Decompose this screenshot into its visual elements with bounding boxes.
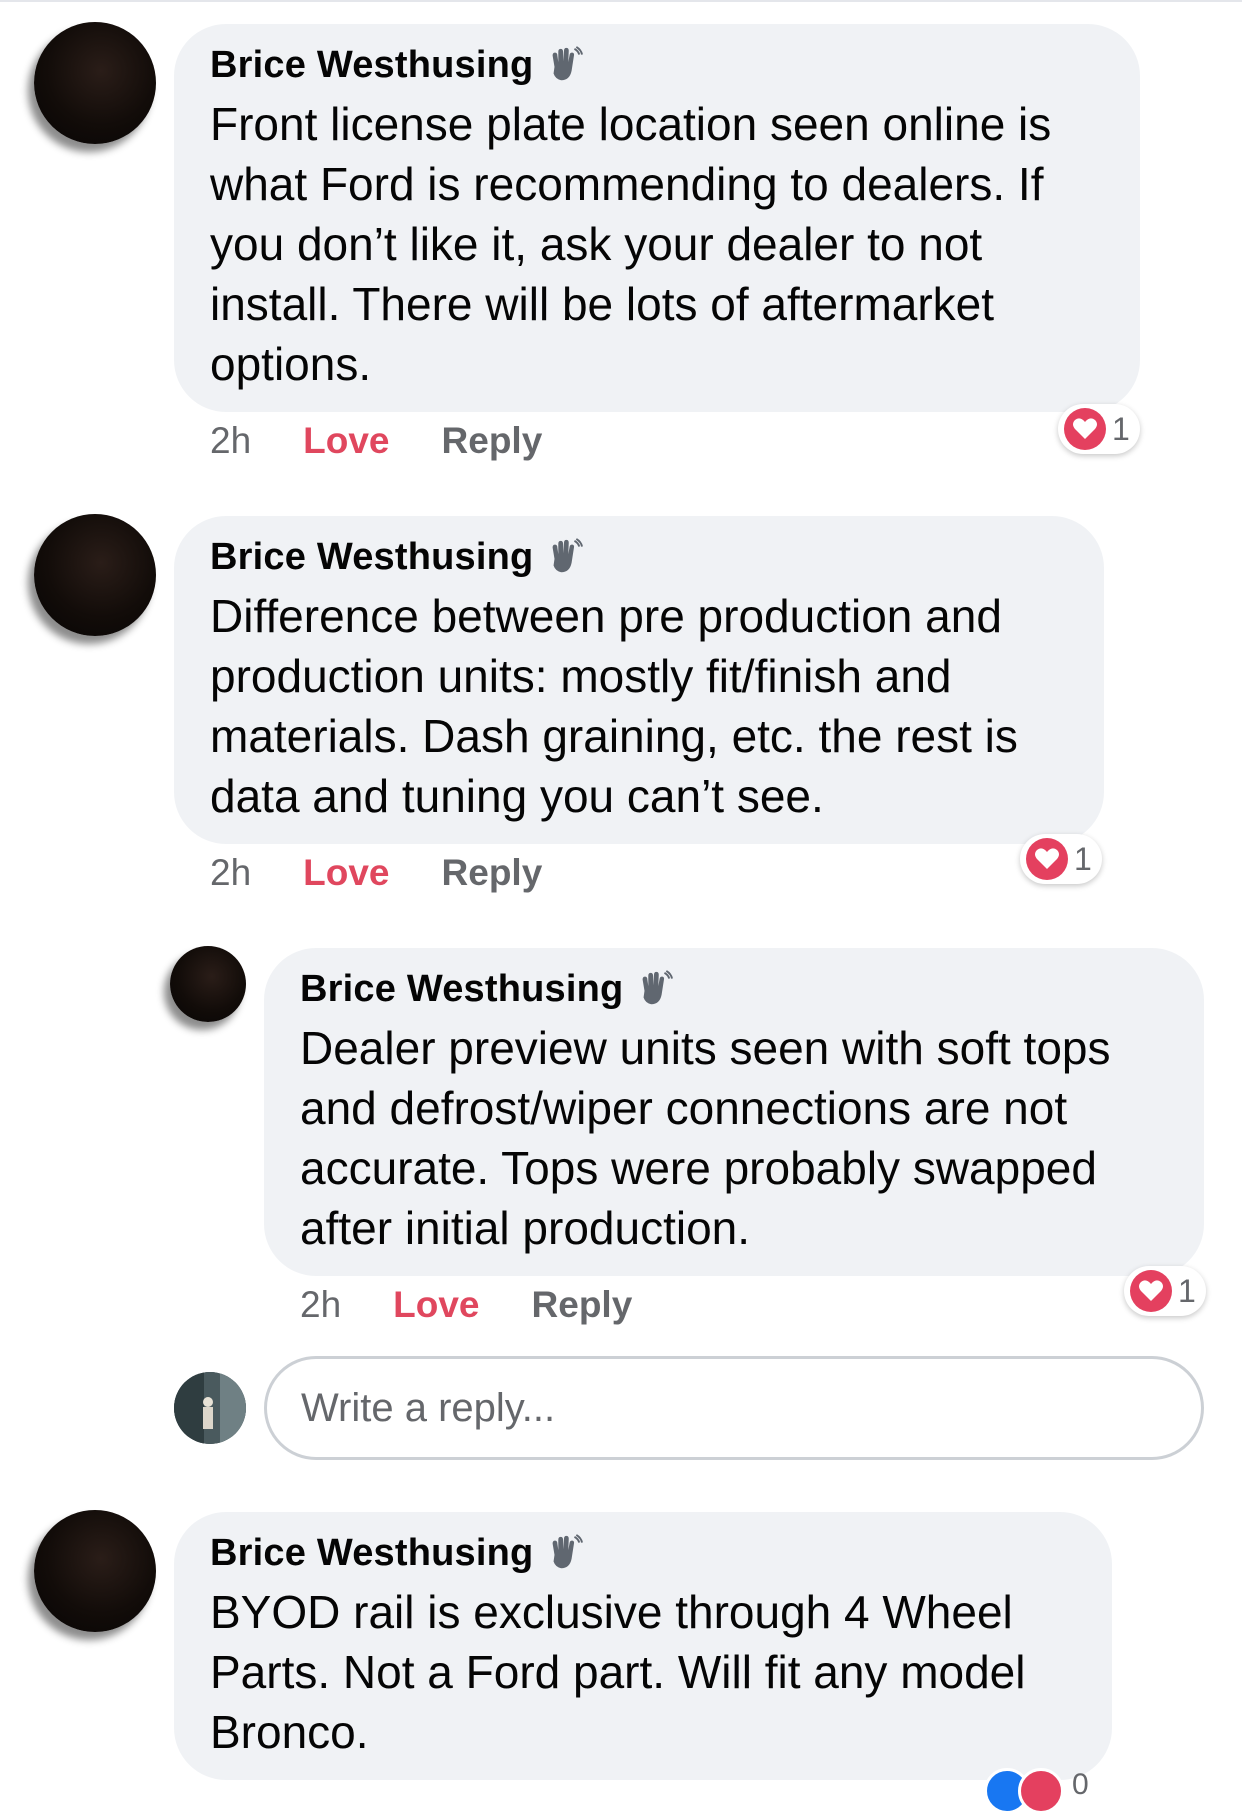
comment-bubble: Brice Westhusing Difference between pre … [174, 516, 1104, 844]
comment-bubble: Brice Westhusing Front license plate loc… [174, 24, 1140, 412]
comment-text: Difference between pre production and pr… [210, 590, 1018, 822]
comment-text: Dealer preview units seen with soft tops… [300, 1022, 1111, 1254]
waving-hand-icon [553, 538, 584, 573]
waving-hand-icon [553, 1534, 584, 1569]
reaction-count: 1 [1112, 410, 1130, 447]
reply-placeholder: Write a reply... [301, 1385, 556, 1430]
comment-bubble: Brice Westhusing Dealer preview units se… [264, 948, 1204, 1276]
reaction-summary[interactable]: 1 [1124, 1266, 1206, 1316]
reaction-summary[interactable]: 1 [1058, 404, 1140, 454]
profile-photo-icon [174, 1372, 246, 1444]
waving-hand-icon [643, 970, 674, 1005]
comment-bubble: Brice Westhusing BYOD rail is exclusive … [174, 1512, 1112, 1780]
comment-text: BYOD rail is exclusive through 4 Wheel P… [210, 1586, 1026, 1758]
reaction-count: 0 [1072, 1768, 1089, 1801]
comment-text: Front license plate location seen online… [210, 98, 1052, 390]
timestamp[interactable]: 2h [210, 420, 251, 462]
author-name[interactable]: Brice Westhusing [210, 1532, 533, 1575]
love-button[interactable]: Love [303, 420, 389, 462]
love-button[interactable]: Love [393, 1284, 479, 1326]
timestamp[interactable]: 2h [210, 852, 251, 894]
author-name[interactable]: Brice Westhusing [210, 44, 533, 87]
love-button[interactable]: Love [303, 852, 389, 894]
avatar[interactable] [34, 1510, 156, 1632]
reply-button[interactable]: Reply [442, 420, 543, 462]
avatar[interactable] [170, 946, 246, 1022]
avatar[interactable] [34, 22, 156, 144]
reply-input[interactable]: Write a reply... [264, 1356, 1204, 1460]
heart-icon [1064, 408, 1106, 450]
avatar[interactable] [34, 514, 156, 636]
author-name[interactable]: Brice Westhusing [300, 968, 623, 1011]
timestamp[interactable]: 2h [300, 1284, 341, 1326]
heart-icon [1018, 1768, 1064, 1814]
reply-button[interactable]: Reply [442, 852, 543, 894]
heart-icon [1026, 838, 1068, 880]
top-divider [0, 0, 1242, 2]
reply-button[interactable]: Reply [532, 1284, 633, 1326]
heart-icon [1130, 1270, 1172, 1312]
current-user-avatar [174, 1372, 246, 1444]
reaction-summary[interactable]: 0 [984, 1768, 1089, 1814]
reaction-count: 1 [1074, 840, 1092, 877]
reaction-summary[interactable]: 1 [1020, 834, 1102, 884]
author-name[interactable]: Brice Westhusing [210, 536, 533, 579]
reaction-count: 1 [1178, 1272, 1196, 1309]
waving-hand-icon [553, 46, 584, 81]
